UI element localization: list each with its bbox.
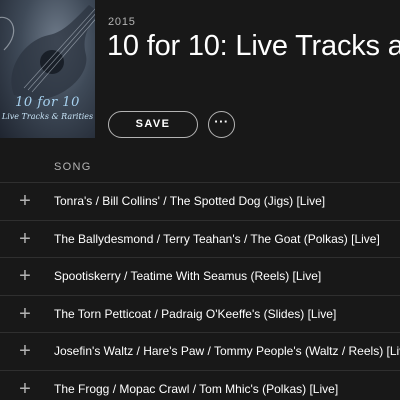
tracklist-header: SONG	[0, 150, 400, 183]
track-row[interactable]: + The Frogg / Mopac Crawl / Tom Mhic's (…	[0, 371, 400, 400]
ellipsis-icon: ···	[214, 114, 229, 129]
track-name: The Ballydesmond / Terry Teahan's / The …	[54, 231, 380, 246]
song-column-header[interactable]: SONG	[54, 161, 92, 173]
track-name: Spootiskerry / Teatime With Seamus (Reel…	[54, 269, 322, 284]
add-icon[interactable]: +	[16, 266, 34, 286]
track-name: Tonra's / Bill Collins' / The Spotted Do…	[54, 194, 326, 208]
cover-subtitle: Live Tracks & Rarities	[1, 112, 94, 121]
track-row[interactable]: + The Ballydesmond / Terry Teahan's / Th…	[0, 221, 400, 259]
more-options-button[interactable]: ···	[208, 111, 235, 138]
track-name: The Frogg / Mopac Crawl / Tom Mhic's (Po…	[54, 381, 339, 396]
save-button[interactable]: SAVE	[108, 111, 198, 138]
add-icon[interactable]: +	[16, 341, 34, 361]
track-row[interactable]: + The Torn Petticoat / Padraig O'Keeffe'…	[0, 296, 400, 334]
add-icon[interactable]: +	[16, 191, 34, 211]
track-row[interactable]: + Spootiskerry / Teatime With Seamus (Re…	[0, 258, 400, 296]
add-icon[interactable]: +	[16, 304, 34, 324]
add-icon[interactable]: +	[16, 379, 34, 399]
album-page: 10 for 10 Live Tracks & Rarities 2015 10…	[0, 0, 400, 400]
album-cover[interactable]: 10 for 10 Live Tracks & Rarities	[0, 0, 95, 138]
release-year: 2015	[108, 16, 136, 28]
tracklist: + Tonra's / Bill Collins' / The Spotted …	[0, 183, 400, 400]
cover-title: 10 for 10	[15, 95, 80, 110]
track-name: Josefin's Waltz / Hare's Paw / Tommy Peo…	[54, 344, 400, 359]
track-name: The Torn Petticoat / Padraig O'Keeffe's …	[54, 306, 337, 321]
add-icon[interactable]: +	[16, 229, 34, 249]
track-row[interactable]: + Josefin's Waltz / Hare's Paw / Tommy P…	[0, 333, 400, 371]
track-row[interactable]: + Tonra's / Bill Collins' / The Spotted …	[0, 183, 400, 221]
album-title: 10 for 10: Live Tracks and Rarities	[107, 30, 400, 62]
guitar-image	[0, 5, 95, 100]
